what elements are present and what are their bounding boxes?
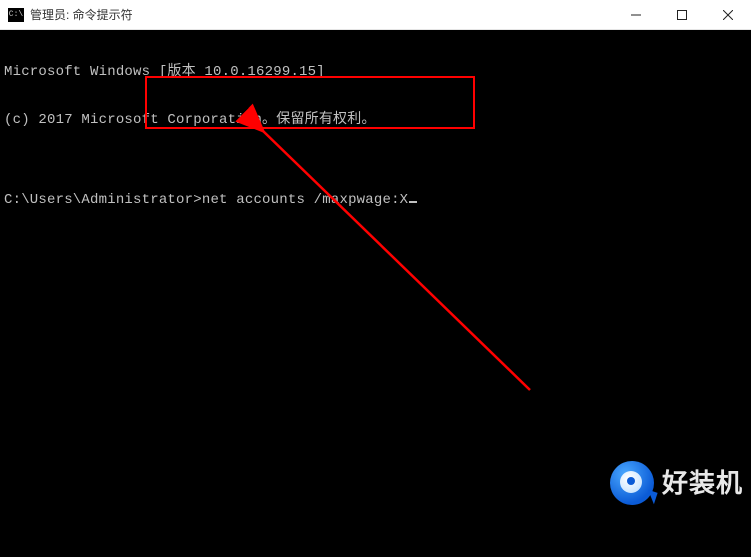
titlebar[interactable]: C:\ 管理员: 命令提示符 (0, 0, 751, 30)
close-icon (723, 10, 733, 20)
window-title: 管理员: 命令提示符 (30, 6, 133, 23)
maximize-icon (677, 10, 687, 20)
minimize-button[interactable] (613, 0, 659, 30)
close-button[interactable] (705, 0, 751, 30)
terminal-prompt: C:\Users\Administrator> (4, 192, 202, 208)
command-prompt-window: C:\ 管理员: 命令提示符 Microsoft Windows [版本 10.… (0, 0, 751, 511)
terminal-command: net accounts /maxpwage:X (202, 192, 408, 208)
terminal-line-copyright: (c) 2017 Microsoft Corporation。保留所有权利。 (4, 112, 747, 128)
terminal-line-version: Microsoft Windows [版本 10.0.16299.15] (4, 64, 747, 80)
annotation-arrow (0, 30, 751, 511)
terminal-prompt-line: C:\Users\Administrator>net accounts /max… (4, 192, 747, 208)
window-controls (613, 0, 751, 30)
terminal-body[interactable]: Microsoft Windows [版本 10.0.16299.15] (c)… (0, 30, 751, 511)
terminal-cursor (409, 201, 417, 203)
maximize-button[interactable] (659, 0, 705, 30)
watermark: 好装机 (610, 461, 743, 505)
app-icon: C:\ (8, 8, 24, 22)
minimize-icon (631, 10, 641, 20)
watermark-logo-icon (610, 461, 654, 505)
